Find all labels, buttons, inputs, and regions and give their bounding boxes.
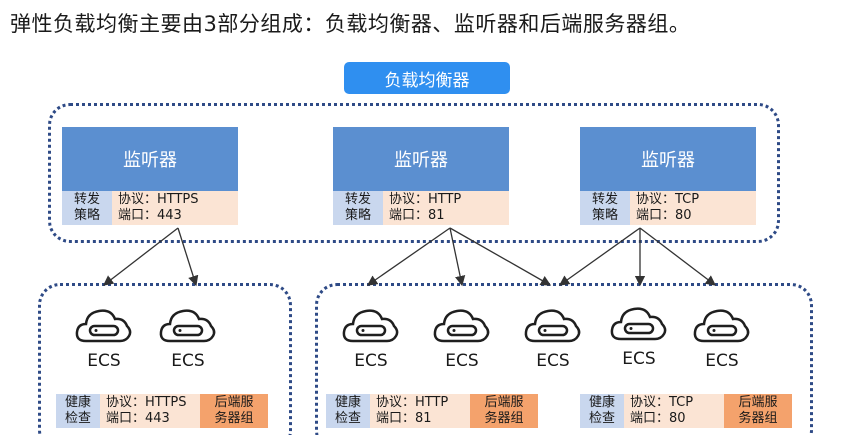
ecs-server: ECS [432,305,492,371]
backend-group-label: 后端服 务器组 [724,394,792,428]
arrow [177,227,199,287]
arrow [102,227,179,286]
ecs-label: ECS [445,351,479,371]
health-check-row: 健康 检查 协议：HTTP 端口：81 后端服 务器组 [326,394,538,428]
health-check-port: 端口：80 [630,411,686,426]
health-check-label: 健康 检查 [326,394,370,428]
cloud-server-icon [342,309,399,343]
health-check-protocol: 协议：HTTP [376,395,449,410]
ecs-label: ECS [171,351,205,371]
ecs-label: ECS [354,351,388,371]
ecs-label: ECS [87,351,121,371]
arrow [449,227,466,287]
cloud-server-icon [159,309,216,343]
cloud-server-icon [433,309,490,343]
cloud-server-icon [524,309,581,343]
arrow [558,227,641,286]
ecs-label: ECS [705,351,739,371]
health-check-port: 端口：81 [376,411,432,426]
cloud-server-icon [610,307,667,341]
ecs-label: ECS [536,351,570,371]
ecs-server: ECS [158,305,218,371]
health-check-port: 端口：443 [106,411,170,426]
health-check-protocol: 协议：HTTPS [106,395,187,410]
health-check-label: 健康 检查 [580,394,624,428]
backend-group-label: 后端服 务器组 [200,394,268,428]
health-check-protocol: 协议：TCP [630,395,694,410]
ecs-server: ECS [609,303,669,369]
arrow [449,227,552,286]
ecs-server: ECS [341,305,401,371]
health-check-label: 健康 检查 [56,394,100,428]
ecs-label: ECS [622,349,656,369]
health-check-detail: 协议：HTTPS 端口：443 [100,394,200,428]
health-check-detail: 协议：TCP 端口：80 [624,394,724,428]
cloud-server-icon [75,309,132,343]
arrow [639,227,717,286]
ecs-server: ECS [692,305,752,371]
arrow [366,227,451,286]
ecs-server: ECS [523,305,583,371]
ecs-server: ECS [74,305,134,371]
health-check-detail: 协议：HTTP 端口：81 [370,394,470,428]
cloud-server-icon [693,309,750,343]
backend-group-label: 后端服 务器组 [470,394,538,428]
health-check-row: 健康 检查 协议：TCP 端口：80 后端服 务器组 [580,394,792,428]
health-check-row: 健康 检查 协议：HTTPS 端口：443 后端服 务器组 [56,394,268,428]
